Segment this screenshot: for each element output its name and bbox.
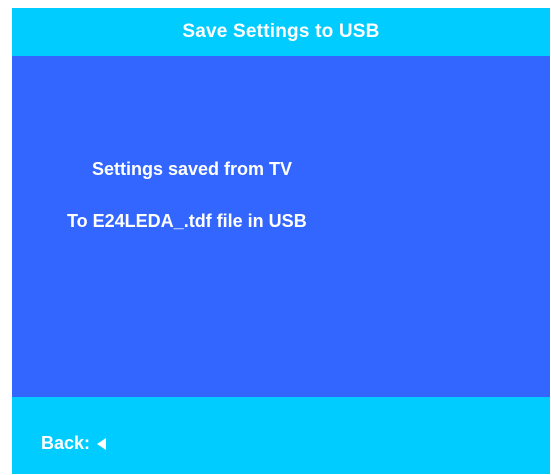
footer-bar: Back: xyxy=(12,397,550,474)
message-line-2: To E24LEDA_.tdf file in USB xyxy=(67,211,307,231)
left-triangle-icon xyxy=(97,437,107,450)
message-line-1: Settings saved from TV xyxy=(92,159,293,179)
dialog-title: Save Settings to USB xyxy=(182,21,380,42)
title-bar: Save Settings to USB xyxy=(12,8,550,56)
usb-save-dialog: Save Settings to USB Settings saved from… xyxy=(12,8,550,474)
back-label: Back: xyxy=(41,433,91,453)
message-panel: Settings saved from TV To E24LEDA_.tdf f… xyxy=(12,56,550,397)
back-button[interactable]: Back: xyxy=(41,433,107,454)
